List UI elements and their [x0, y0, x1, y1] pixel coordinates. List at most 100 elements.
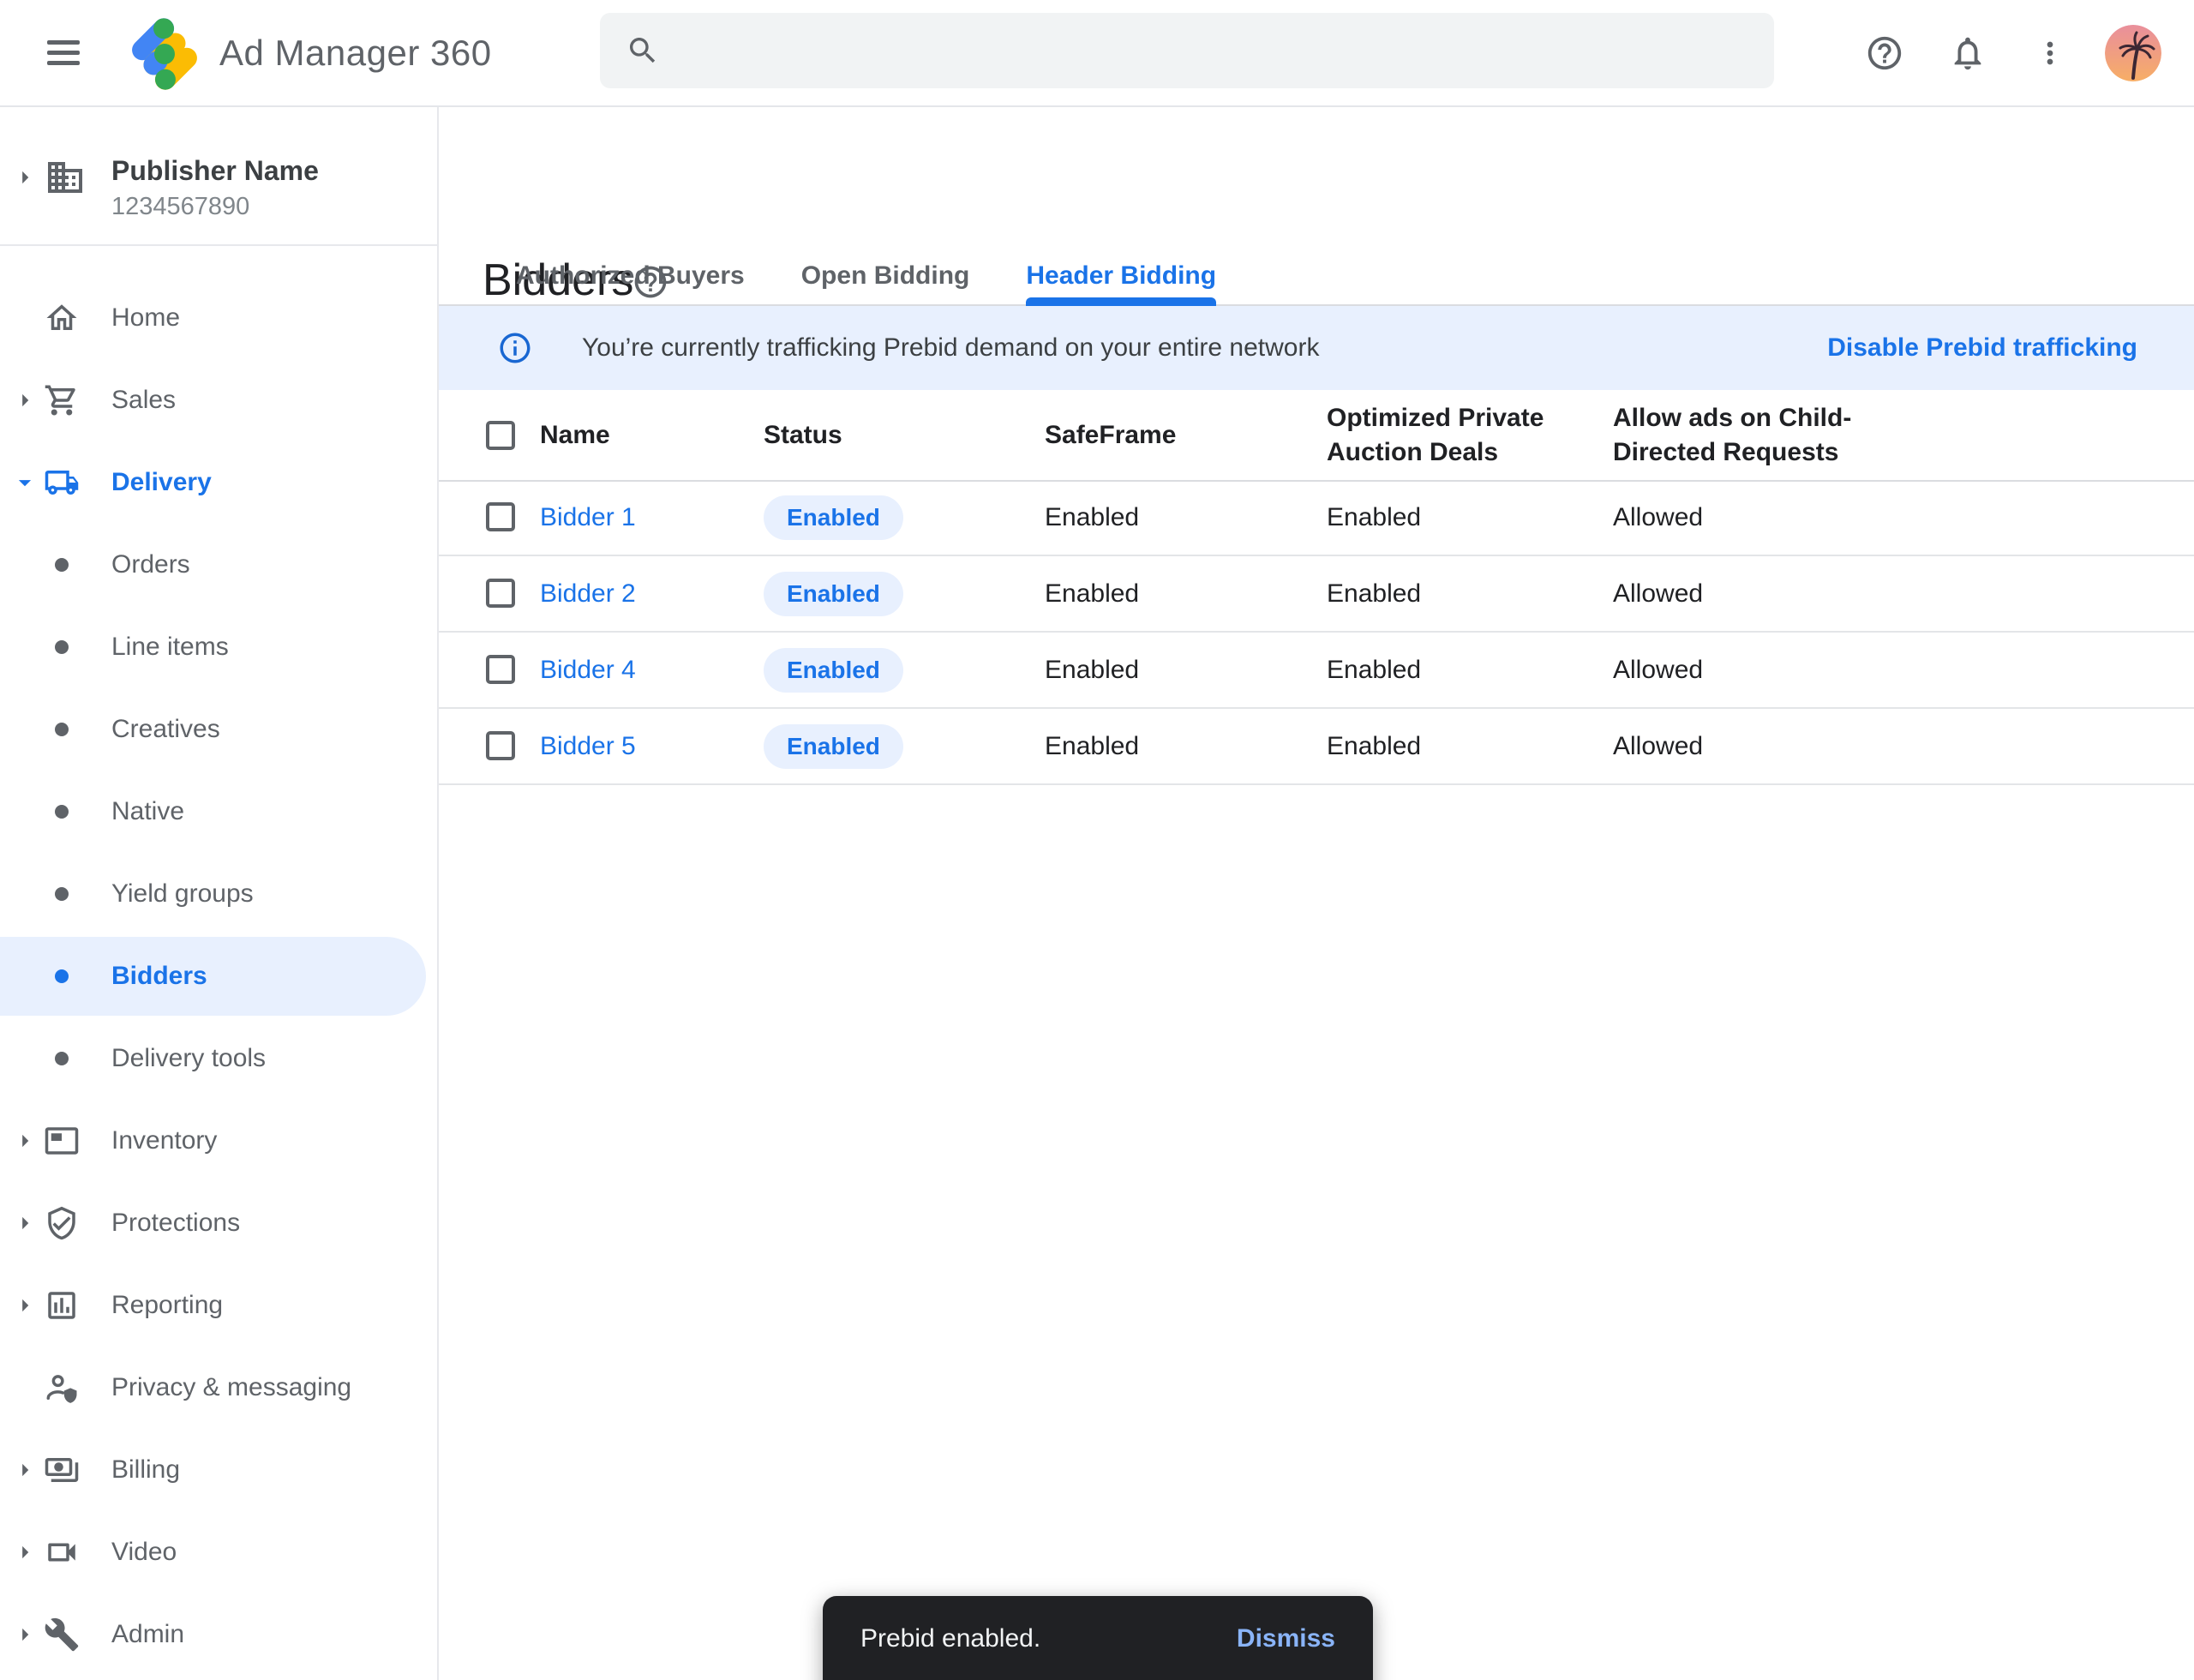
caret-right-icon	[10, 1455, 39, 1485]
sidebar-nav: Home Sales Delivery Orders Line items Cr…	[0, 277, 437, 1676]
child-directed-value: Allowed	[1613, 480, 1703, 555]
product-name: Ad Manager 360	[219, 0, 492, 105]
sidebar-item-privacy[interactable]: Privacy & messaging	[0, 1347, 437, 1429]
sidebar-item-delivery-tools[interactable]: Delivery tools	[0, 1017, 437, 1100]
tab-open-bidding[interactable]: Open Bidding	[773, 248, 998, 304]
help-icon[interactable]	[1865, 33, 1904, 73]
bidder-link[interactable]: Bidder 1	[540, 503, 636, 532]
palm-tree-avatar-image	[2105, 25, 2161, 81]
user-avatar[interactable]	[2105, 25, 2161, 81]
sidebar-item-label: Sales	[111, 359, 176, 441]
caret-right-icon	[10, 163, 39, 192]
sidebar-item-bidders[interactable]: Bidders	[0, 935, 437, 1017]
chart-icon	[44, 1287, 80, 1323]
select-all-checkbox[interactable]	[486, 421, 515, 450]
caret-right-icon	[10, 1538, 39, 1567]
menu-icon[interactable]	[47, 40, 80, 66]
optimized-private-auction-deals-value: Enabled	[1327, 556, 1421, 631]
sidebar-item-protections[interactable]: Protections	[0, 1182, 437, 1264]
sidebar-item-native[interactable]: Native	[0, 771, 437, 853]
bidder-link[interactable]: Bidder 4	[540, 656, 636, 685]
child-directed-value: Allowed	[1613, 633, 1703, 707]
tab-header-bidding[interactable]: Header Bidding	[998, 248, 1244, 304]
caret-right-icon	[10, 1291, 39, 1320]
truck-icon	[44, 465, 80, 501]
column-header-optimized-private-auction-deals: Optimized Private Auction Deals	[1327, 390, 1544, 480]
caret-right-icon	[10, 1620, 39, 1649]
caret-right-icon	[10, 386, 39, 415]
person-shield-icon	[44, 1370, 80, 1406]
shield-check-icon	[44, 1205, 80, 1241]
prebid-banner: You’re currently trafficking Prebid dema…	[439, 306, 2194, 390]
sidebar-item-label: Line items	[111, 606, 229, 688]
search-bar[interactable]	[600, 13, 1774, 88]
table-header: Name Status SafeFrame Optimized Private …	[439, 390, 2194, 482]
sidebar-item-label: Yield groups	[111, 853, 254, 935]
column-header-safeframe: SafeFrame	[1045, 390, 1176, 480]
row-checkbox[interactable]	[486, 655, 515, 684]
table-row: Bidder 2 Enabled Enabled Enabled Allowed	[439, 556, 2194, 633]
sidebar-item-line-items[interactable]: Line items	[0, 606, 437, 688]
info-icon	[497, 330, 533, 366]
publisher-network-code: 1234567890	[111, 193, 249, 221]
column-header-child-directed: Allow ads on Child- Directed Requests	[1613, 390, 1851, 480]
bidder-link[interactable]: Bidder 5	[540, 732, 636, 761]
table-row: Bidder 1 Enabled Enabled Enabled Allowed	[439, 480, 2194, 556]
more-options-icon[interactable]	[2033, 36, 2067, 70]
cart-icon	[44, 382, 80, 418]
search-input[interactable]	[680, 24, 1774, 77]
table-body: Bidder 1 Enabled Enabled Enabled Allowed…	[439, 480, 2194, 785]
sidebar-item-home[interactable]: Home	[0, 277, 437, 359]
table-row: Bidder 5 Enabled Enabled Enabled Allowed	[439, 709, 2194, 785]
sidebar-item-reporting[interactable]: Reporting	[0, 1264, 437, 1347]
table-row: Bidder 4 Enabled Enabled Enabled Allowed	[439, 633, 2194, 709]
row-checkbox[interactable]	[486, 502, 515, 531]
publisher-selector[interactable]: Publisher Name 1234567890	[0, 107, 437, 246]
app-bar: Ad Manager 360	[0, 0, 2194, 107]
disable-prebid-trafficking-link[interactable]: Disable Prebid trafficking	[1827, 333, 2137, 363]
optimized-private-auction-deals-value: Enabled	[1327, 480, 1421, 555]
sidebar-item-label: Bidders	[111, 935, 207, 1017]
sidebar-item-delivery[interactable]: Delivery	[0, 441, 437, 524]
sidebar-item-label: Native	[111, 771, 184, 853]
caret-right-icon	[10, 1126, 39, 1155]
bidder-link[interactable]: Bidder 2	[540, 579, 636, 609]
bullet-icon	[44, 876, 80, 912]
child-directed-value: Allowed	[1613, 709, 1703, 783]
row-checkbox[interactable]	[486, 579, 515, 608]
sidebar-item-label: Billing	[111, 1429, 180, 1511]
sidebar-item-billing[interactable]: Billing	[0, 1429, 437, 1511]
videocam-icon	[44, 1534, 80, 1570]
sidebar: Publisher Name 1234567890 Home Sales Del…	[0, 107, 439, 1680]
safeframe-value: Enabled	[1045, 633, 1139, 707]
sidebar-item-yield-groups[interactable]: Yield groups	[0, 853, 437, 935]
status-badge: Enabled	[764, 648, 903, 693]
sidebar-item-video[interactable]: Video	[0, 1511, 437, 1593]
sidebar-item-label: Inventory	[111, 1100, 217, 1182]
sidebar-item-orders[interactable]: Orders	[0, 524, 437, 606]
banner-message: You’re currently trafficking Prebid dema…	[582, 333, 1319, 363]
column-header-name: Name	[540, 390, 610, 480]
optimized-private-auction-deals-value: Enabled	[1327, 709, 1421, 783]
child-directed-value: Allowed	[1613, 556, 1703, 631]
publisher-name: Publisher Name	[111, 155, 319, 187]
notifications-bell-icon[interactable]	[1948, 33, 1987, 73]
search-icon	[626, 33, 660, 68]
bullet-icon	[44, 547, 80, 583]
status-badge: Enabled	[764, 724, 903, 769]
dismiss-button[interactable]: Dismiss	[1237, 1622, 1335, 1656]
sidebar-item-creatives[interactable]: Creatives	[0, 688, 437, 771]
sidebar-item-label: Home	[111, 277, 180, 359]
tab-authorized-buyers[interactable]: Authorized Buyers	[488, 248, 773, 304]
tab-bar: Authorized BuyersOpen BiddingHeader Bidd…	[439, 248, 2194, 306]
bullet-icon	[44, 958, 80, 994]
sidebar-item-sales[interactable]: Sales	[0, 359, 437, 441]
safeframe-value: Enabled	[1045, 709, 1139, 783]
status-badge: Enabled	[764, 572, 903, 616]
sidebar-item-admin[interactable]: Admin	[0, 1593, 437, 1676]
sidebar-item-label: Creatives	[111, 688, 220, 771]
safeframe-value: Enabled	[1045, 480, 1139, 555]
snackbar-toast: Prebid enabled. Dismiss	[823, 1596, 1373, 1680]
row-checkbox[interactable]	[486, 731, 515, 760]
sidebar-item-inventory[interactable]: Inventory	[0, 1100, 437, 1182]
